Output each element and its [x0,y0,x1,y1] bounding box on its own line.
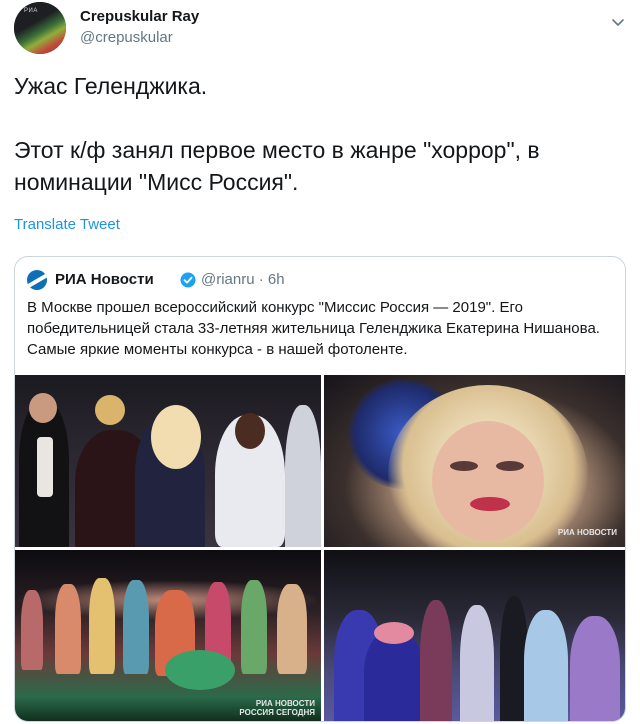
verified-badge-icon [180,272,196,288]
photo-1[interactable] [15,375,321,547]
tweet-line-1: Ужас Геленджика. [14,73,208,99]
author-handle[interactable]: @crepuskular [80,29,173,46]
tweet-header: РИА Crepuskular Ray @crepuskular [14,2,626,58]
photo-watermark-bottom: РИА НОВОСТИ РОССИЯ СЕГОДНЯ [239,699,315,717]
author-display-name[interactable]: Crepuskular Ray [80,8,199,25]
watermark-rs: РОССИЯ СЕГОДНЯ [239,708,315,717]
tweet-line-2: Этот к/ф занял первое место в жанре "хор… [14,137,540,195]
quoted-handle-time: @rianru · 6h [201,271,285,288]
avatar-image [14,2,66,54]
watermark-ria: РИА НОВОСТИ [255,699,315,708]
quoted-time[interactable]: 6h [268,271,285,288]
avatar[interactable]: РИА [14,2,66,54]
separator-dot: · [258,271,264,288]
photo-2[interactable]: РИА НОВОСТИ [324,375,625,547]
quoted-handle[interactable]: @rianru [201,271,255,288]
photo-grid: РИА НОВОСТИ РИА НОВОСТИ РОССИЯ СЕГОДНЯ [15,375,625,721]
quoted-tweet[interactable]: РИА Новости @rianru · 6h В Москве прошел… [14,256,626,722]
ria-logo-icon [27,270,47,290]
quoted-tweet-header: РИА Новости @rianru · 6h [27,269,607,291]
photo-watermark: РИА НОВОСТИ [557,528,617,537]
quoted-author-name[interactable]: РИА Новости [55,271,154,288]
translate-tweet-link[interactable]: Translate Tweet [14,216,120,233]
quoted-tweet-text: В Москве прошел всероссийский конкурс "М… [27,299,600,358]
chevron-down-icon[interactable] [610,14,626,30]
photo-4[interactable] [324,550,625,721]
photo-3[interactable]: РИА НОВОСТИ РОССИЯ СЕГОДНЯ [15,550,321,721]
tweet-body: Ужас Геленджика. Этот к/ф занял первое м… [14,70,614,198]
avatar-tag: РИА [24,8,38,14]
